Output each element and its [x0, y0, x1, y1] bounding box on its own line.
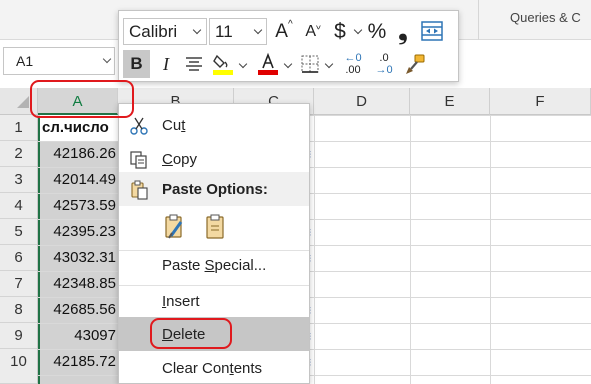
row-header[interactable]: 9 — [0, 323, 38, 349]
comma-icon: ❟ — [398, 17, 408, 45]
cell-a[interactable]: 42685.56 — [40, 297, 118, 323]
paste-options-row — [119, 210, 309, 246]
paint-bucket-icon — [213, 54, 233, 75]
grid-column-line — [410, 115, 411, 384]
cell-a[interactable]: 42573.59 — [40, 193, 118, 219]
chevron-down-icon[interactable] — [192, 25, 202, 35]
grow-font-button[interactable]: A ^ — [272, 18, 296, 45]
menu-item-clear-contents[interactable]: Clear Contents — [119, 351, 309, 383]
copy-icon — [130, 151, 147, 169]
format-painter-button[interactable] — [401, 50, 429, 78]
grid-column-line — [490, 115, 491, 384]
increase-decimal-label: .00 — [345, 64, 361, 76]
percent-style-button[interactable]: % — [366, 18, 388, 45]
bold-icon: B — [130, 54, 143, 73]
cell-a[interactable]: 42185.72 — [40, 349, 118, 375]
row-header[interactable]: 5 — [0, 219, 38, 245]
menu-item-copy[interactable]: Copy — [119, 142, 309, 176]
row-header[interactable]: 7 — [0, 271, 38, 297]
menu-item-cut[interactable]: Cut — [119, 108, 309, 142]
name-box-value: A1 — [16, 53, 34, 69]
decrease-decimal-label: .0 — [379, 52, 389, 64]
column-header-d[interactable]: D — [314, 88, 410, 115]
row-header[interactable]: 6 — [0, 245, 38, 271]
comma-style-button[interactable]: ❟ — [393, 18, 413, 45]
row-header[interactable]: 10 — [0, 349, 38, 384]
cell-a[interactable]: 42348.85 — [40, 271, 118, 297]
font-color-icon — [258, 52, 278, 75]
menu-item-clear-contents-label: Clear Contents — [162, 360, 263, 377]
annotation-highlight-column-a — [30, 80, 134, 118]
arrow-right-icon: →0 — [375, 64, 393, 76]
annotation-highlight-delete — [150, 318, 232, 349]
mini-toolbar: Calibri 11 A ^ A ^ $ % ❟ B I ←0 .00 .0 →… — [118, 10, 459, 82]
name-box[interactable]: A1 — [3, 47, 115, 75]
decrease-decimal-button[interactable]: .0 →0 — [370, 49, 398, 79]
menu-item-cut-label: Cut — [162, 117, 186, 134]
shrink-font-icon: A — [305, 22, 316, 40]
row-header[interactable]: 4 — [0, 193, 38, 219]
paste-icon — [131, 180, 148, 200]
caret-down-icon: ^ — [315, 19, 321, 30]
dollar-icon: $ — [334, 19, 346, 43]
chevron-down-icon[interactable] — [238, 59, 248, 69]
merge-center-button[interactable] — [419, 19, 445, 43]
menu-item-paste-special-label: Paste Special... — [162, 257, 267, 274]
center-align-button[interactable] — [182, 50, 206, 78]
format-painter-icon — [406, 54, 425, 74]
menu-item-insert[interactable]: Insert — [119, 284, 309, 318]
menu-item-insert-label: Insert — [162, 293, 200, 310]
font-size-box[interactable]: 11 — [209, 18, 267, 45]
chevron-down-icon[interactable] — [283, 59, 293, 69]
paste-clipboard-icon[interactable] — [203, 214, 227, 240]
chevron-down-icon[interactable] — [324, 59, 334, 69]
paste-formatting-icon[interactable] — [163, 214, 187, 240]
queries-connections-label[interactable]: Queries & C — [510, 10, 581, 25]
row-header[interactable]: 8 — [0, 297, 38, 323]
bold-button[interactable]: B — [123, 50, 150, 78]
italic-button[interactable]: I — [154, 50, 178, 78]
chevron-down-icon[interactable] — [253, 25, 263, 35]
menu-item-paste-special[interactable]: Paste Special... — [119, 248, 309, 282]
scissors-icon — [130, 117, 148, 135]
merge-center-icon — [421, 21, 443, 41]
cell-a[interactable]: 42395.23 — [40, 219, 118, 245]
caret-up-icon: ^ — [287, 19, 293, 30]
column-header-f[interactable]: F — [490, 88, 591, 115]
borders-button[interactable] — [297, 50, 323, 78]
grow-font-icon: A — [275, 20, 288, 42]
chevron-down-icon[interactable] — [353, 25, 363, 35]
italic-icon: I — [163, 53, 169, 74]
accounting-format-button[interactable]: $ — [329, 18, 351, 45]
cell-a1[interactable]: сл.число — [40, 115, 118, 141]
align-center-icon — [186, 57, 202, 71]
paste-options-label: Paste Options: — [162, 181, 268, 198]
cell-a[interactable]: 43097 — [40, 323, 118, 349]
row-header[interactable]: 2 — [0, 141, 38, 167]
font-color-button[interactable] — [254, 50, 282, 78]
fill-color-button[interactable] — [209, 50, 237, 78]
row-header[interactable]: 3 — [0, 167, 38, 193]
shrink-font-button[interactable]: A ^ — [301, 18, 325, 45]
percent-icon: % — [367, 19, 387, 43]
font-name-value: Calibri — [129, 22, 178, 41]
arrow-left-icon: ←0 — [344, 52, 362, 64]
menu-item-copy-label: Copy — [162, 151, 198, 168]
cell-a[interactable]: 43032.31 — [40, 245, 118, 271]
increase-decimal-button[interactable]: ←0 .00 — [339, 49, 367, 79]
select-all-triangle-icon — [17, 96, 29, 108]
font-size-value: 11 — [215, 22, 233, 41]
menu-section-paste-options: Paste Options: — [119, 172, 309, 206]
font-name-box[interactable]: Calibri — [123, 18, 207, 45]
column-header-e[interactable]: E — [410, 88, 490, 115]
cell-a[interactable]: 42186.26 — [40, 141, 118, 167]
chevron-down-icon[interactable] — [102, 54, 112, 64]
cell-a[interactable]: 42014.49 — [40, 167, 118, 193]
row-header[interactable]: 1 — [0, 115, 38, 141]
grid-column-line — [314, 115, 315, 384]
borders-icon — [301, 55, 319, 73]
